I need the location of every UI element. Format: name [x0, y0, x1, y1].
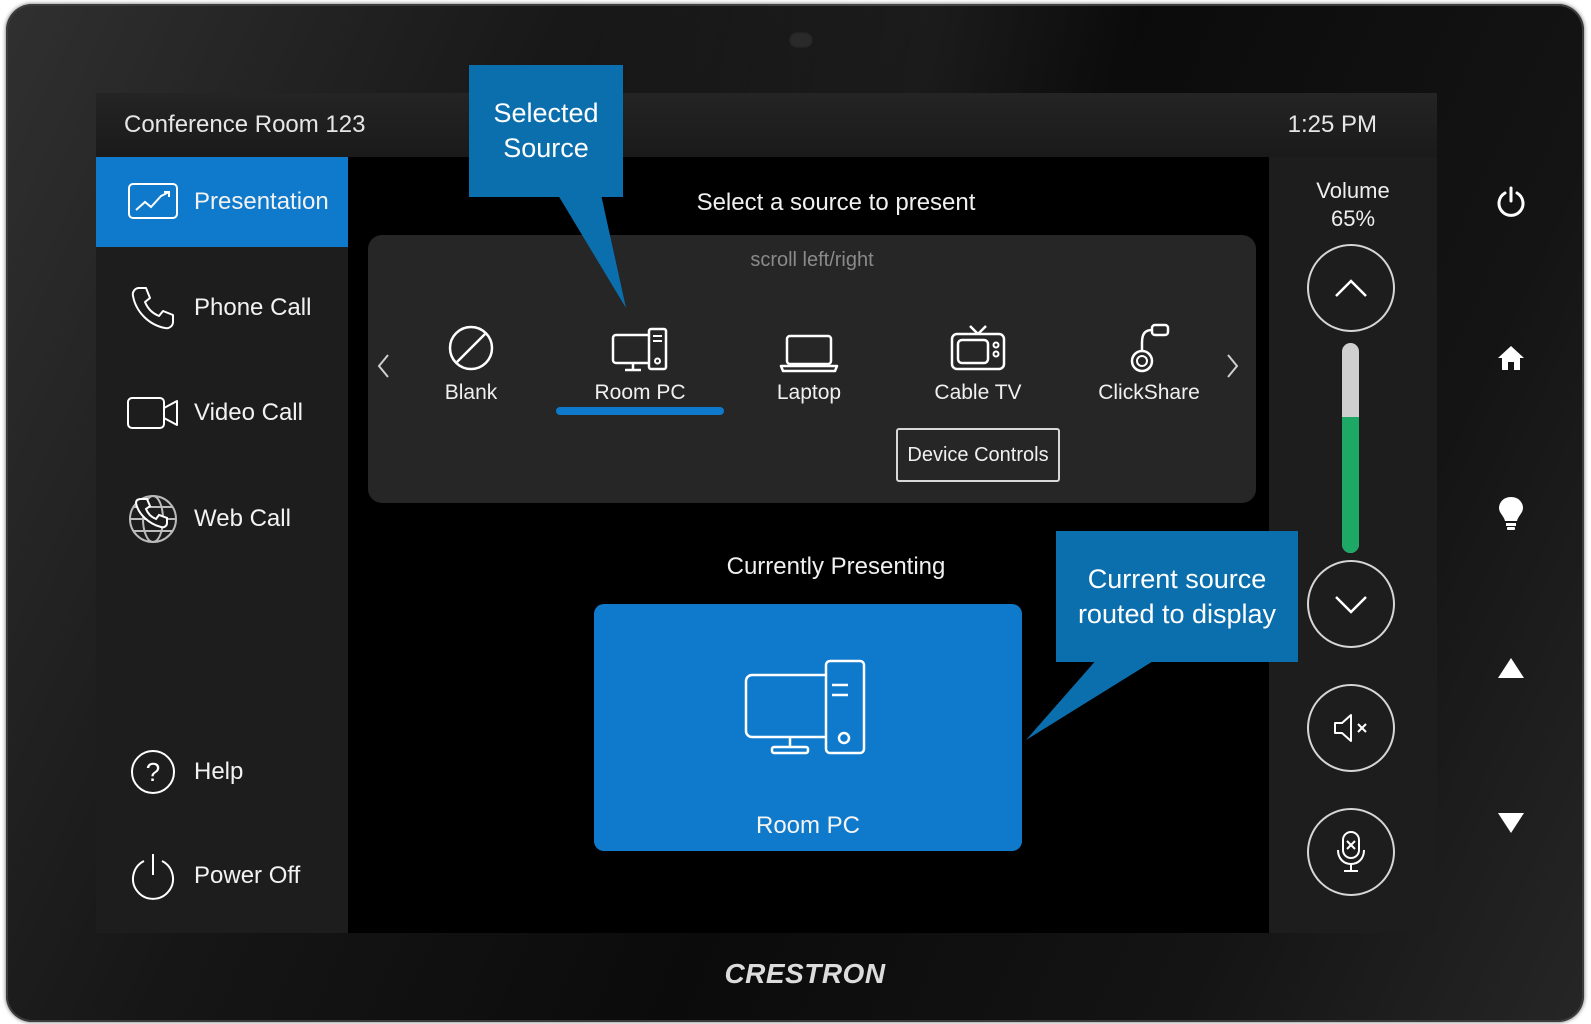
callout-current-source: Current source routed to display	[1056, 531, 1298, 662]
callout-selected-source: Selected Source	[469, 65, 623, 197]
selected-source-pointer	[555, 190, 626, 308]
current-source-pointer	[1026, 658, 1158, 740]
callout-pointers	[555, 190, 1158, 740]
callout-selected-source-text: Selected Source	[493, 98, 599, 163]
callout-current-source-text: Current source routed to display	[1077, 563, 1277, 629]
